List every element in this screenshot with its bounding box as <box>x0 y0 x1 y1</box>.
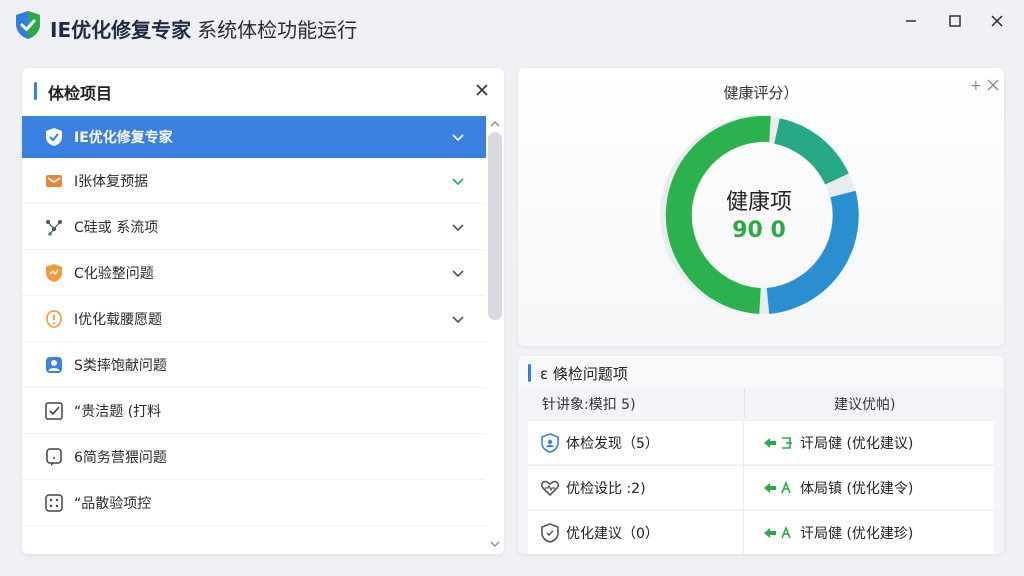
shield-icon <box>541 523 559 543</box>
health-score-card: 健康评分） + 健康项 90 0 <box>518 68 1004 346</box>
panel-title: 体检项目 <box>48 84 113 103</box>
app-name: IE优化修复专家 <box>50 18 192 42</box>
chat-icon <box>46 447 62 466</box>
list-item-label: “贵洁题 (打料 <box>74 403 162 420</box>
app-subtitle: 系统体检功能运行 <box>197 18 358 42</box>
chevron-down-icon <box>452 315 464 323</box>
pin-icon[interactable]: + <box>970 78 982 94</box>
title-bar: IE优化修复专家 系统体检功能运行 <box>0 0 1024 52</box>
issues-title: ε 倏检问题项 <box>540 365 628 383</box>
table-row: 优检设比 :2) 体局镇 (优化建令) <box>528 465 994 510</box>
minimize-button[interactable] <box>894 10 928 32</box>
accent-bar <box>34 82 37 100</box>
health-title: 健康评分） <box>723 84 799 102</box>
shield-warning-icon <box>46 263 62 282</box>
issue-cell[interactable]: 优化建议（0） <box>528 511 744 554</box>
warning-icon <box>46 309 62 328</box>
chevron-down-icon <box>452 177 464 185</box>
heart-icon <box>540 480 560 497</box>
list-item[interactable]: 6简务营猥问题 <box>22 434 486 480</box>
grid-icon <box>45 493 63 512</box>
action-cell[interactable]: 体局镇 (优化建令) <box>744 466 994 510</box>
list-item-label: I张体复预据 <box>74 173 149 190</box>
maximize-button[interactable] <box>938 10 972 32</box>
repair-arrow-icon <box>764 525 791 539</box>
close-icon <box>991 15 1003 27</box>
issues-card: ε 倏检问题项 针讲象:模扣 5) 建议优帕) 体检发现（5） 讦局健 (优化建… <box>518 356 1004 554</box>
donut-center-label: 健康项 <box>725 190 792 215</box>
action-cell[interactable]: 讦局健 (优化建议) <box>744 421 994 465</box>
window-close-button[interactable] <box>980 10 1014 32</box>
action-cell[interactable]: 讦局健 (优化建珍) <box>744 511 994 554</box>
issues-header: ε 倏检问题项 <box>518 356 1004 388</box>
close-icon[interactable] <box>986 78 1000 92</box>
chevron-down-icon <box>452 269 464 277</box>
minimize-icon <box>906 20 916 22</box>
scroll-up-icon[interactable] <box>488 118 502 130</box>
donut-segment-teal <box>773 118 849 185</box>
panel-header: 体检项目 <box>22 68 504 114</box>
checkbox-icon <box>45 401 63 420</box>
close-icon[interactable] <box>472 80 492 100</box>
maximize-icon <box>949 15 961 27</box>
issue-label: 体检发现（5） <box>566 436 659 452</box>
shield-check-icon <box>46 128 62 146</box>
list-item-label: IE优化修复专家 <box>74 130 173 146</box>
action-label: 讦局健 (优化建议) <box>800 436 914 452</box>
list-item[interactable]: “贵洁题 (打料 <box>22 388 486 434</box>
issue-label: 优化建议（0） <box>566 526 659 542</box>
accent-bar <box>528 364 531 382</box>
list-item[interactable]: C化验整问题 <box>22 250 486 296</box>
issue-cell[interactable]: 体检发现（5） <box>528 421 744 465</box>
user-icon <box>46 356 62 373</box>
list-item[interactable]: C硅或 系流项 <box>22 204 486 250</box>
checkup-items-panel: 体检项目 IE优化修复专家 I张体复预据 C硅或 系流项 C化验整问题 I优化载… <box>22 68 504 554</box>
issue-cell[interactable]: 优检设比 :2) <box>528 466 744 510</box>
column-header-right: 建议优帕) <box>834 397 896 413</box>
chevron-down-icon <box>452 223 464 231</box>
checkup-list: IE优化修复专家 I张体复预据 C硅或 系流项 C化验整问题 I优化载腰愿题 S… <box>22 116 486 526</box>
network-icon <box>46 219 62 236</box>
action-label: 讦局健 (优化建珍) <box>800 526 914 542</box>
column-header-left: 针讲象:模扣 5) <box>542 397 636 413</box>
donut-center-value: 90 0 <box>732 218 786 243</box>
list-item[interactable]: S类摔饱献问题 <box>22 342 486 388</box>
table-row: 体检发现（5） 讦局健 (优化建议) <box>528 420 994 465</box>
action-label: 体局镇 (优化建令) <box>800 481 914 497</box>
list-item-label: S类摔饱献问题 <box>74 357 167 374</box>
list-item-label: I优化载腰愿题 <box>74 311 163 328</box>
list-item-label: 6简务营猥问题 <box>74 449 167 466</box>
shield-check-icon <box>16 11 40 39</box>
list-item-label: “品散验项控 <box>74 495 152 512</box>
list-item[interactable]: I张体复预据 <box>22 158 486 204</box>
shield-person-icon <box>541 433 559 453</box>
column-divider <box>744 388 745 418</box>
repair-arrow-icon <box>764 480 791 494</box>
table-row: 优化建议（0） 讦局健 (优化建珍) <box>528 510 994 554</box>
issue-label: 优检设比 :2) <box>566 481 646 497</box>
list-item[interactable]: IE优化修复专家 <box>22 116 486 158</box>
list-item-label: C硅或 系流项 <box>74 219 159 236</box>
envelope-icon <box>46 174 62 187</box>
list-item[interactable]: “品散验项控 <box>22 480 486 526</box>
chevron-down-icon <box>452 134 464 142</box>
scroll-down-icon[interactable] <box>488 538 502 550</box>
scrollbar-thumb[interactable] <box>488 132 502 320</box>
app-title: IE优化修复专家 系统体检功能运行 <box>50 14 357 43</box>
repair-arrow-icon <box>764 437 792 449</box>
list-item[interactable]: I优化载腰愿题 <box>22 296 486 342</box>
list-item-label: C化验整问题 <box>74 265 154 282</box>
